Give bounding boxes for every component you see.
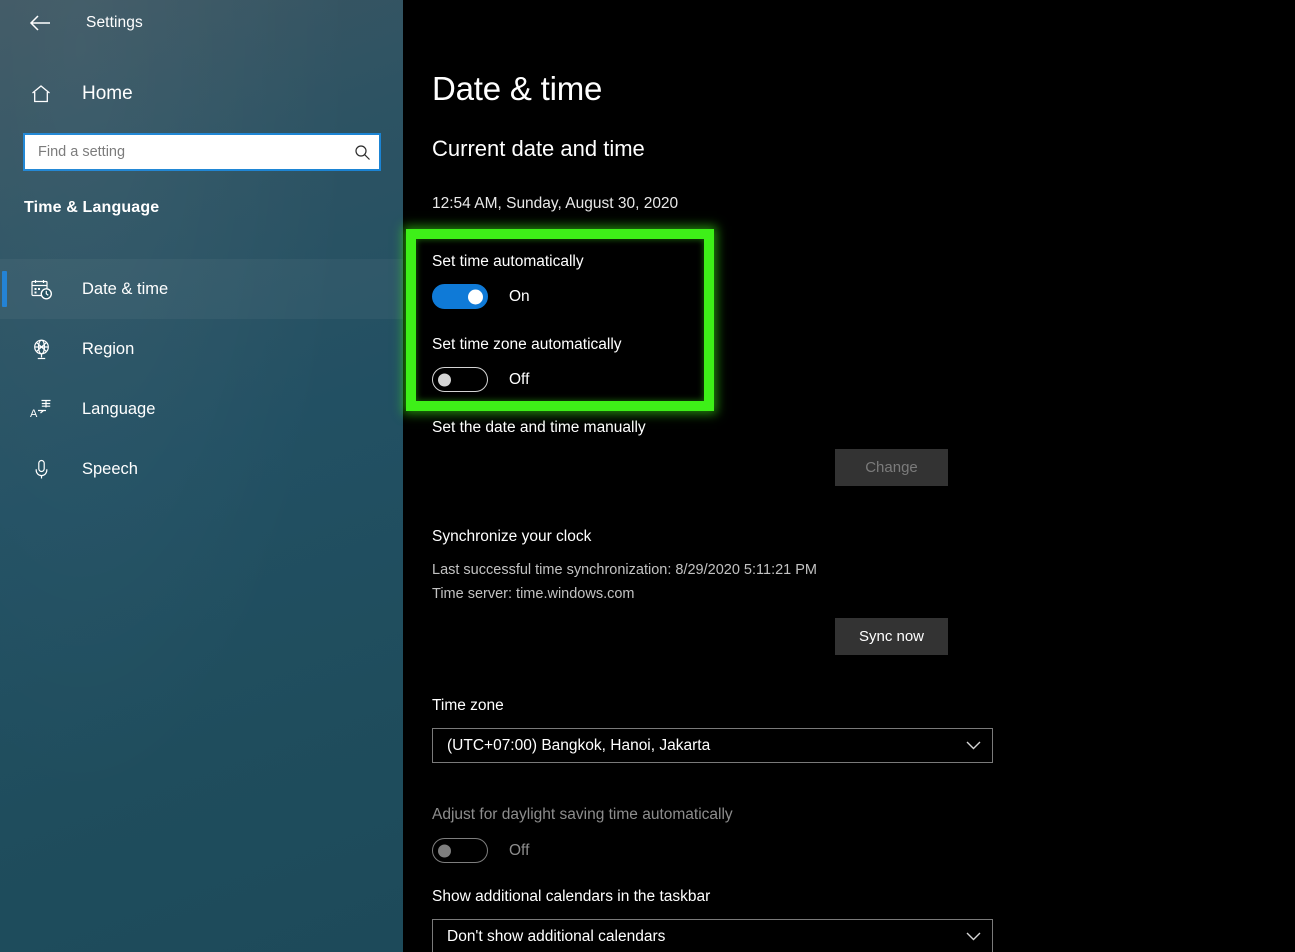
- sidebar-item-speech-label: Speech: [82, 459, 138, 478]
- daylight-saving-toggle: [432, 838, 488, 863]
- time-zone-label: Time zone: [432, 697, 504, 714]
- sidebar-item-language[interactable]: A Language: [0, 379, 403, 439]
- sidebar-nav: Date & time Region A Language Speech: [0, 259, 403, 499]
- sidebar-item-home[interactable]: Home: [0, 74, 403, 114]
- chevron-down-icon[interactable]: [954, 741, 992, 750]
- back-arrow-icon[interactable]: [16, 3, 64, 43]
- set-manually-label: Set the date and time manually: [432, 419, 646, 436]
- set-time-automatically-label: Set time automatically: [432, 253, 584, 270]
- additional-calendars-value: Don't show additional calendars: [447, 927, 666, 945]
- sync-now-button[interactable]: Sync now: [835, 618, 948, 655]
- microphone-icon: [20, 458, 62, 481]
- chevron-down-icon[interactable]: [954, 932, 992, 941]
- settings-window: Settings Home Time & Language: [0, 0, 1295, 952]
- set-timezone-automatically-label: Set time zone automatically: [432, 336, 622, 353]
- main-content: Date & time Current date and time 12:54 …: [403, 0, 1295, 952]
- globe-icon: [20, 338, 62, 361]
- set-time-automatically-toggle-row[interactable]: On: [432, 284, 530, 309]
- sidebar-section-header: Time & Language: [24, 199, 160, 216]
- current-date-time-heading: Current date and time: [432, 136, 645, 161]
- time-zone-value: (UTC+07:00) Bangkok, Hanoi, Jakarta: [447, 736, 711, 754]
- search-input[interactable]: [25, 144, 345, 160]
- sidebar-item-region-label: Region: [82, 339, 135, 358]
- sidebar-item-language-label: Language: [82, 399, 156, 418]
- additional-calendars-label: Show additional calendars in the taskbar: [432, 888, 711, 905]
- set-timezone-automatically-toggle-row[interactable]: Off: [432, 367, 529, 392]
- calendar-clock-icon: [20, 278, 62, 301]
- app-title: Settings: [86, 14, 143, 31]
- daylight-saving-toggle-row: Off: [432, 838, 529, 863]
- page-title: Date & time: [432, 70, 603, 107]
- sidebar-item-home-label: Home: [82, 83, 133, 104]
- title-bar: Settings: [0, 0, 403, 46]
- time-zone-dropdown[interactable]: (UTC+07:00) Bangkok, Hanoi, Jakarta: [432, 728, 993, 763]
- language-translate-icon: A: [20, 397, 62, 421]
- search-icon[interactable]: [345, 144, 379, 161]
- daylight-saving-state: Off: [509, 841, 530, 859]
- sidebar: Settings Home Time & Language: [0, 0, 403, 952]
- sidebar-item-region[interactable]: Region: [0, 319, 403, 379]
- set-time-automatically-state: On: [509, 287, 530, 305]
- sidebar-item-date-time[interactable]: Date & time: [0, 259, 403, 319]
- current-date-time-value: 12:54 AM, Sunday, August 30, 2020: [432, 195, 679, 212]
- selection-indicator: [2, 271, 7, 307]
- home-icon: [20, 83, 62, 105]
- svg-text:A: A: [30, 408, 38, 420]
- time-server-text: Time server: time.windows.com: [432, 586, 635, 602]
- set-timezone-automatically-toggle[interactable]: [432, 367, 488, 392]
- sidebar-item-speech[interactable]: Speech: [0, 439, 403, 499]
- change-button[interactable]: Change: [835, 449, 948, 486]
- set-timezone-automatically-state: Off: [509, 370, 530, 388]
- search-box[interactable]: [23, 133, 381, 171]
- last-sync-text: Last successful time synchronization: 8/…: [432, 562, 818, 578]
- sidebar-item-date-time-label: Date & time: [82, 279, 169, 298]
- synchronize-heading: Synchronize your clock: [432, 528, 592, 545]
- daylight-saving-label: Adjust for daylight saving time automati…: [432, 806, 733, 823]
- additional-calendars-dropdown[interactable]: Don't show additional calendars: [432, 919, 993, 952]
- set-time-automatically-toggle[interactable]: [432, 284, 488, 309]
